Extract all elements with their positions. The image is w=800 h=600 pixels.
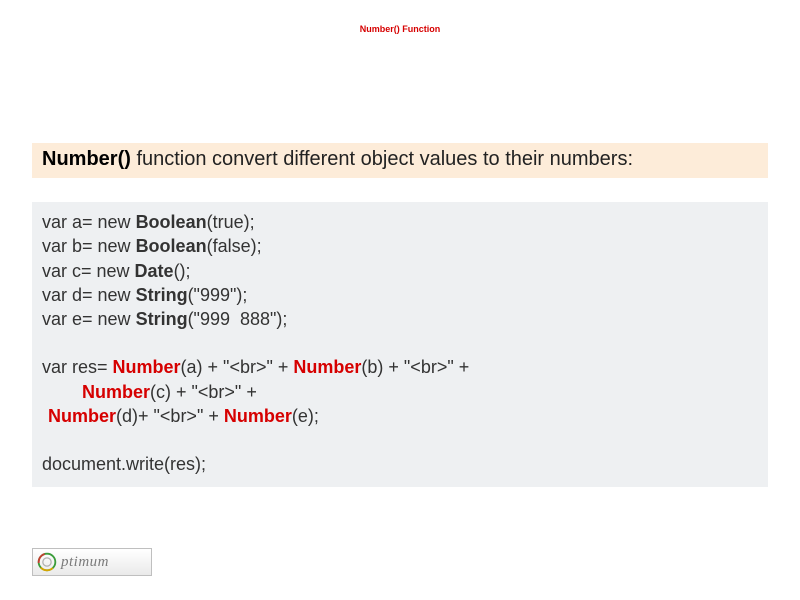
- code-line-4: var d= new String("999");: [42, 283, 758, 307]
- code-line-7: var res= Number(a) + "<br>" + Number(b) …: [42, 355, 758, 379]
- code-l7-mid2: (b) + "<br>" +: [361, 357, 474, 377]
- code-line-2: var b= new Boolean(false);: [42, 234, 758, 258]
- slide-title: Number() Function: [0, 24, 800, 34]
- code-l1-pre: var a= new: [42, 212, 136, 232]
- code-l9-mid4: (d)+ "<br>" +: [116, 406, 224, 426]
- code-l5-pre: var e= new: [42, 309, 136, 329]
- code-line-9: Number(d)+ "<br>" + Number(e);: [42, 404, 758, 428]
- code-box: var a= new Boolean(true); var b= new Boo…: [32, 202, 768, 487]
- code-l2-post: (false);: [207, 236, 262, 256]
- code-l7-mid1: (a) + "<br>" +: [181, 357, 294, 377]
- code-line-5: var e= new String("999 888");: [42, 307, 758, 331]
- code-l2-pre: var b= new: [42, 236, 136, 256]
- keyword-string: String: [136, 309, 188, 329]
- keyword-number: Number: [113, 357, 181, 377]
- code-l5-post: ("999 888");: [188, 309, 288, 329]
- code-l3-pre: var c= new: [42, 261, 135, 281]
- code-l3-post: ();: [174, 261, 191, 281]
- keyword-number: Number: [48, 406, 116, 426]
- logo-swirl-icon: [37, 552, 57, 572]
- keyword-string: String: [136, 285, 188, 305]
- slide: Number() Function Number() function conv…: [0, 0, 800, 600]
- keyword-boolean: Boolean: [136, 212, 207, 232]
- keyword-number: Number: [293, 357, 361, 377]
- logo: ptimum: [32, 548, 152, 576]
- keyword-date: Date: [135, 261, 174, 281]
- keyword-number: Number: [224, 406, 292, 426]
- blank-line: [42, 428, 758, 452]
- code-l4-pre: var d= new: [42, 285, 136, 305]
- keyword-boolean: Boolean: [136, 236, 207, 256]
- code-l9-post: (e);: [292, 406, 319, 426]
- code-l1-post: (true);: [207, 212, 255, 232]
- code-l4-post: ("999");: [188, 285, 248, 305]
- code-line-1: var a= new Boolean(true);: [42, 210, 758, 234]
- code-l7-pre: var res=: [42, 357, 113, 377]
- code-line-11: document.write(res);: [42, 452, 758, 476]
- code-l8-mid3: (c) + "<br>" +: [150, 382, 262, 402]
- description-text: function convert different object values…: [131, 148, 633, 170]
- logo-text: ptimum: [61, 554, 109, 571]
- keyword-number: Number: [82, 382, 150, 402]
- description-box: Number() function convert different obje…: [32, 143, 768, 178]
- code-line-3: var c= new Date();: [42, 259, 758, 283]
- description-fn-name: Number(): [42, 148, 131, 170]
- blank-line: [42, 331, 758, 355]
- code-line-8: Number(c) + "<br>" +: [42, 380, 758, 404]
